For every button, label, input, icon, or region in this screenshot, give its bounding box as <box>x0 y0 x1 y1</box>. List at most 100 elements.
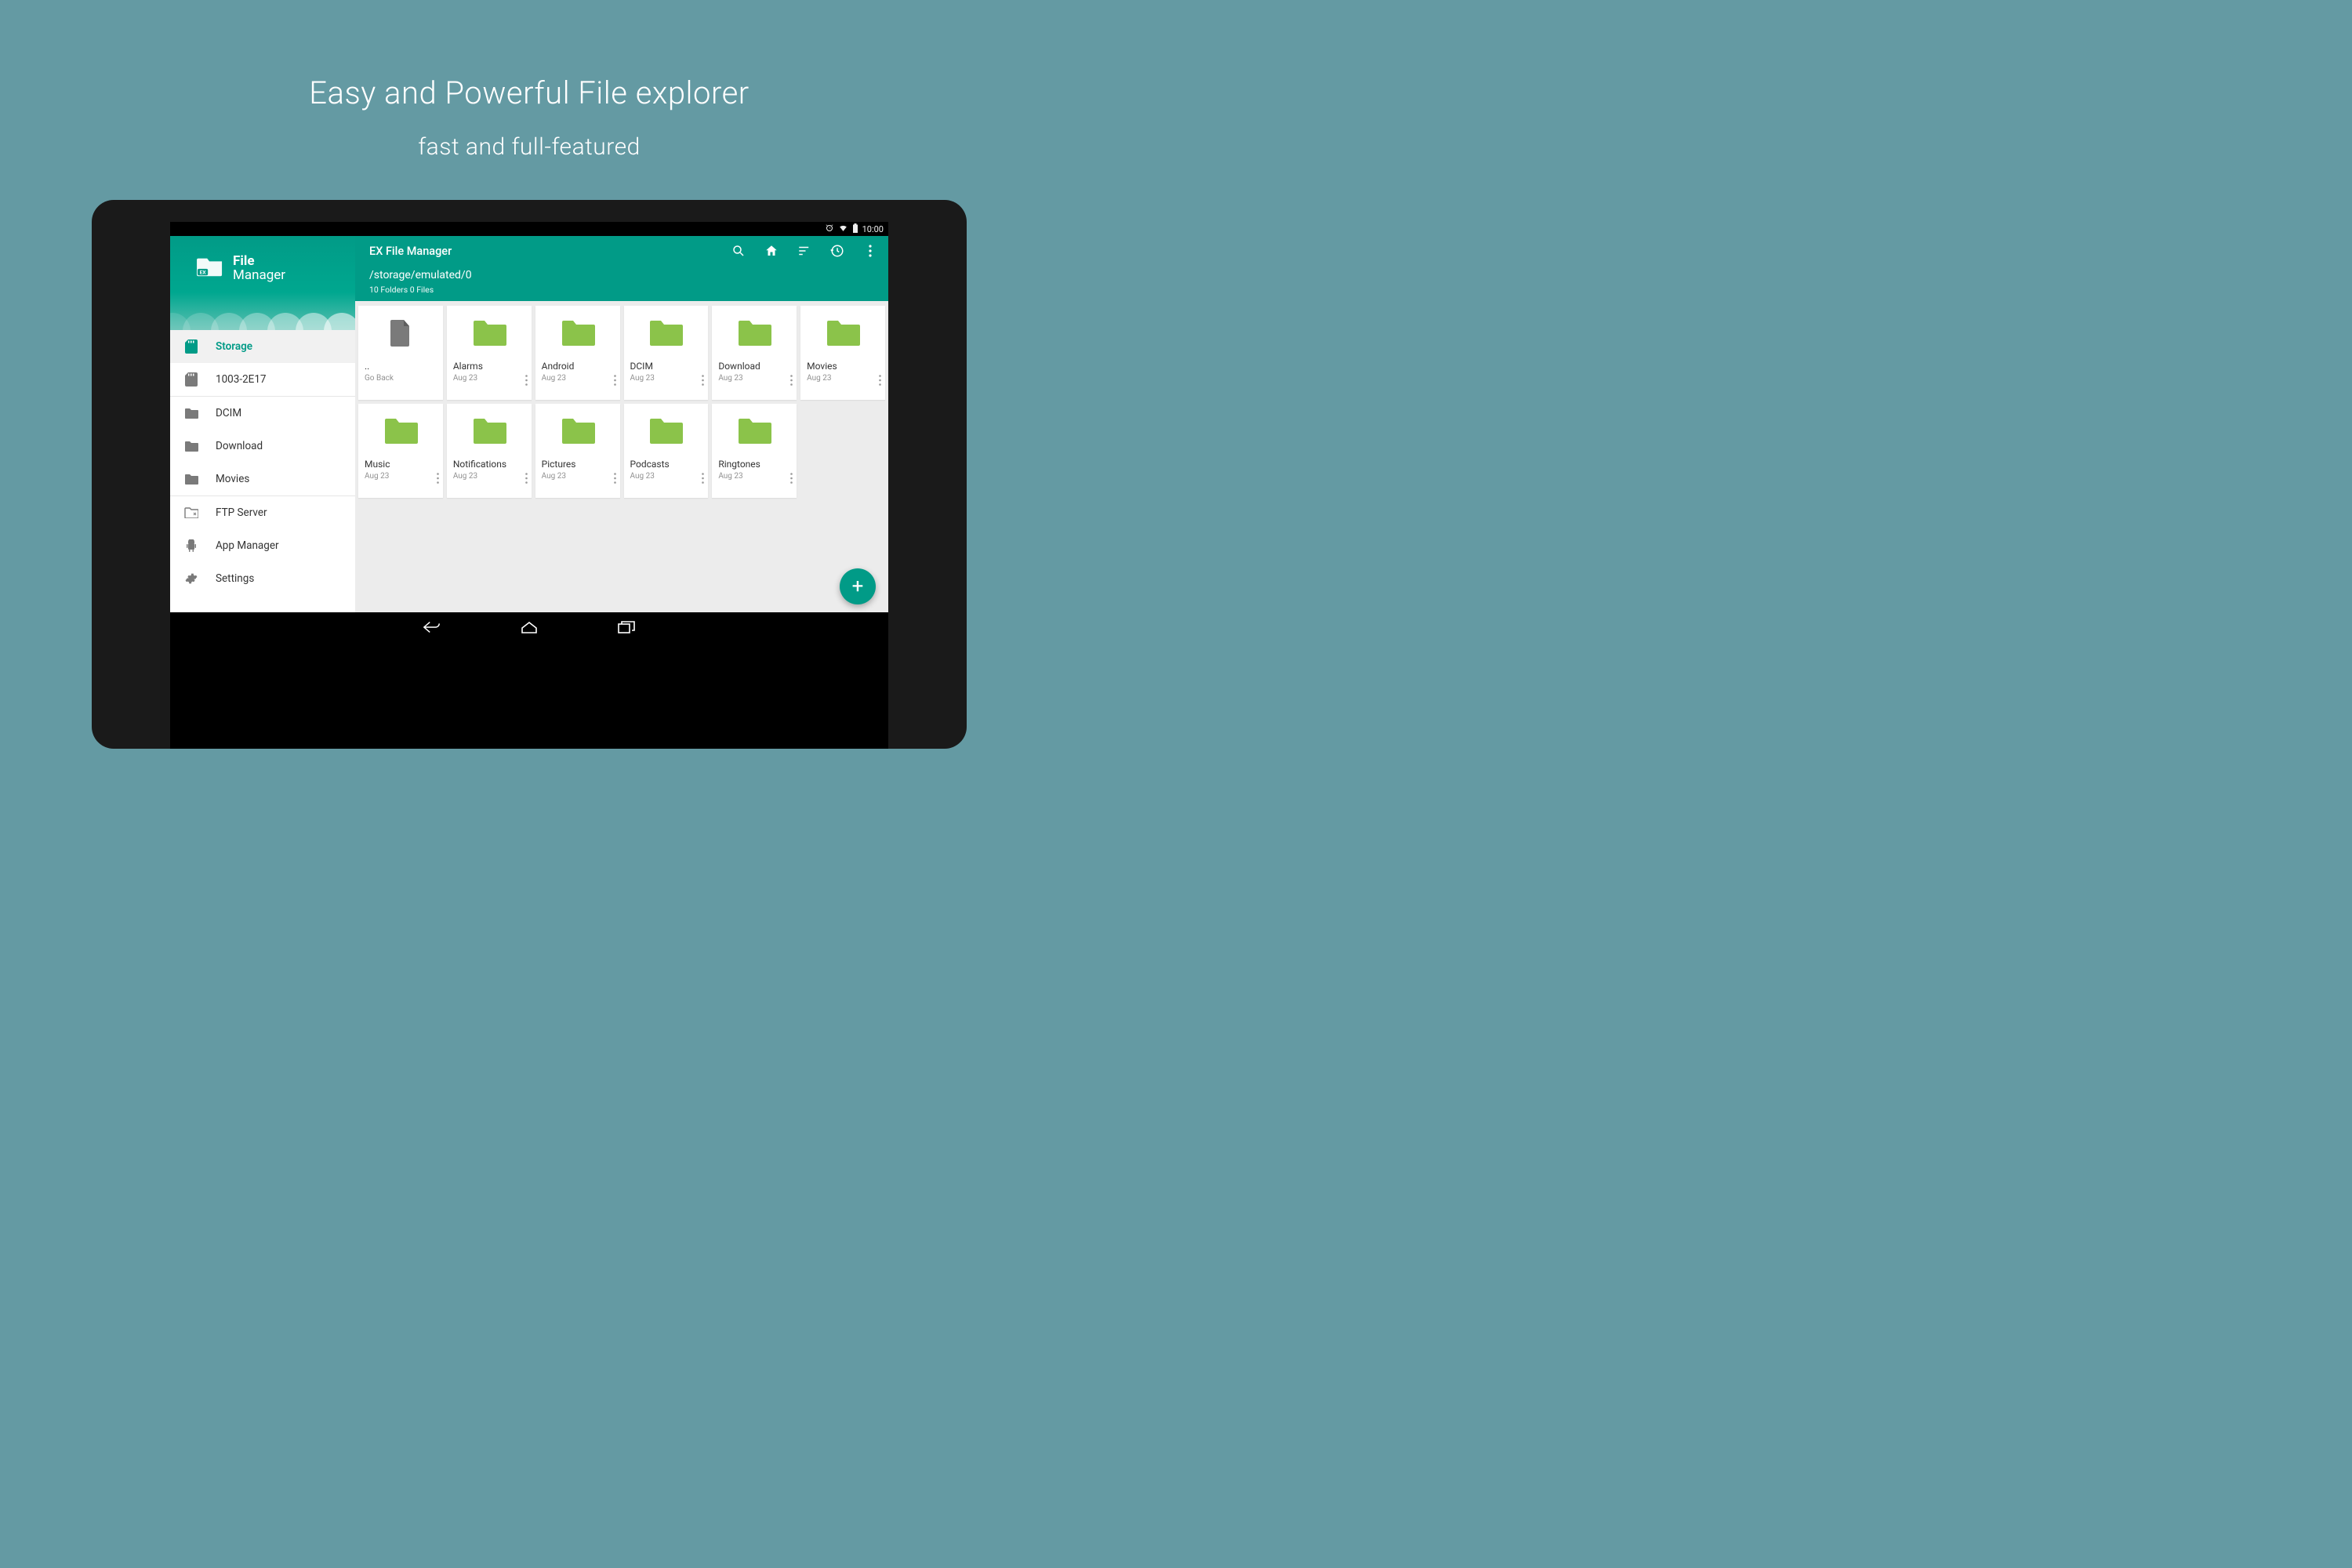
grid-tile[interactable]: ..Go Back <box>358 306 443 400</box>
tile-name: DCIM <box>624 361 709 372</box>
brand-line1: File <box>233 253 285 269</box>
sidebar-item-label: Movies <box>216 473 249 485</box>
folder-icon <box>712 404 797 459</box>
promo-subtitle: fast and full-featured <box>0 111 1058 161</box>
svg-text:EX: EX <box>200 269 207 275</box>
grid-tile[interactable]: MoviesAug 23 <box>800 306 885 400</box>
ftp-icon <box>184 506 198 520</box>
grid-tile[interactable]: DCIMAug 23 <box>624 306 709 400</box>
home-icon[interactable] <box>764 244 779 258</box>
sidebar-item-label: Download <box>216 440 263 452</box>
tile-menu-icon[interactable] <box>614 374 616 389</box>
sidebar-item-storage[interactable]: Storage <box>170 330 355 363</box>
sidebar-item-settings[interactable]: Settings <box>170 562 355 595</box>
folder-icon <box>184 472 198 486</box>
tile-subtitle: Aug 23 <box>447 372 532 383</box>
grid-tile[interactable]: NotificationsAug 23 <box>447 404 532 498</box>
toolbar-title: EX File Manager <box>369 245 452 258</box>
sort-icon[interactable] <box>797 244 811 258</box>
grid-tile[interactable]: RingtonesAug 23 <box>712 404 797 498</box>
gear-icon <box>184 572 198 586</box>
promo-title: Easy and Powerful File explorer <box>0 0 1058 111</box>
tile-subtitle: Aug 23 <box>712 470 797 481</box>
tile-subtitle: Aug 23 <box>624 372 709 383</box>
file-icon <box>358 306 443 361</box>
brand-line2: Manager <box>233 267 285 283</box>
folder-icon <box>358 404 443 459</box>
sd-icon <box>184 372 198 387</box>
tile-subtitle: Aug 23 <box>624 470 709 481</box>
sidebar-item-dcim[interactable]: DCIM <box>170 397 355 430</box>
history-icon[interactable] <box>830 244 844 258</box>
folder-icon <box>184 439 198 453</box>
sidebar-item-movies[interactable]: Movies <box>170 463 355 495</box>
wifi-icon <box>838 223 848 235</box>
grid-tile[interactable]: AlarmsAug 23 <box>447 306 532 400</box>
tile-subtitle: Aug 23 <box>535 470 620 481</box>
folder-icon <box>624 306 709 361</box>
tile-menu-icon[interactable] <box>525 472 528 487</box>
app-logo-icon: EX <box>195 254 225 282</box>
grid-tile[interactable]: DownloadAug 23 <box>712 306 797 400</box>
tile-name: Movies <box>800 361 885 372</box>
tile-name: Download <box>712 361 797 372</box>
battery-icon <box>852 223 858 235</box>
recents-button[interactable] <box>617 618 636 637</box>
tile-menu-icon[interactable] <box>614 472 616 487</box>
tile-name: .. <box>358 361 443 372</box>
tile-menu-icon[interactable] <box>702 472 704 487</box>
fab-add-button[interactable]: + <box>840 568 876 604</box>
screen: 10:00 EX File Manager Storag <box>170 222 888 749</box>
tile-menu-icon[interactable] <box>879 374 881 389</box>
tile-subtitle: Aug 23 <box>800 372 885 383</box>
folder-icon <box>712 306 797 361</box>
sidebar-item-label: App Manager <box>216 539 279 552</box>
toolbar: EX File Manager /storage/emulated/0 10 F… <box>355 236 888 301</box>
tile-subtitle: Aug 23 <box>712 372 797 383</box>
tile-name: Pictures <box>535 459 620 470</box>
sidebar-item-label: Settings <box>216 572 254 585</box>
grid-tile[interactable]: AndroidAug 23 <box>535 306 620 400</box>
sd-icon <box>184 339 198 354</box>
sidebar-item-label: DCIM <box>216 407 241 419</box>
tile-name: Ringtones <box>712 459 797 470</box>
tile-subtitle: Aug 23 <box>535 372 620 383</box>
back-button[interactable] <box>423 618 441 637</box>
breadcrumb-path[interactable]: /storage/emulated/0 <box>369 269 877 281</box>
status-time: 10:00 <box>862 224 884 234</box>
sidebar-item-label: FTP Server <box>216 506 267 519</box>
grid-tile[interactable]: MusicAug 23 <box>358 404 443 498</box>
tile-name: Podcasts <box>624 459 709 470</box>
overflow-menu-icon[interactable] <box>863 244 877 258</box>
tile-subtitle: Aug 23 <box>358 470 443 481</box>
system-navbar <box>170 612 888 642</box>
home-button[interactable] <box>520 618 539 637</box>
folder-icon <box>447 404 532 459</box>
sidebar-item-app-manager[interactable]: App Manager <box>170 529 355 562</box>
grid-tile[interactable]: PodcastsAug 23 <box>624 404 709 498</box>
alarm-icon <box>825 223 834 235</box>
tile-menu-icon[interactable] <box>790 374 793 389</box>
tile-name: Alarms <box>447 361 532 372</box>
grid-tile[interactable]: PicturesAug 23 <box>535 404 620 498</box>
sidebar-list: Storage 1003-2E17 DCIM Download Movies FTP Se… <box>170 330 355 595</box>
tile-name: Notifications <box>447 459 532 470</box>
tile-menu-icon[interactable] <box>437 472 439 487</box>
folder-icon <box>624 404 709 459</box>
sidebar-item-ftp-server[interactable]: FTP Server <box>170 496 355 529</box>
sidebar-item-1003-2e17[interactable]: 1003-2E17 <box>170 363 355 396</box>
sidebar-item-label: 1003-2E17 <box>216 373 267 386</box>
tile-menu-icon[interactable] <box>702 374 704 389</box>
brand-area: EX File Manager <box>170 236 355 330</box>
tablet-frame: 10:00 EX File Manager Storag <box>92 200 967 749</box>
tile-menu-icon[interactable] <box>790 472 793 487</box>
status-bar: 10:00 <box>170 222 888 236</box>
tile-menu-icon[interactable] <box>525 374 528 389</box>
search-icon[interactable] <box>731 244 746 258</box>
sidebar-item-label: Storage <box>216 340 252 353</box>
folder-icon <box>800 306 885 361</box>
folder-count: 10 Folders 0 Files <box>369 285 877 295</box>
folder-icon <box>535 306 620 361</box>
sidebar-item-download[interactable]: Download <box>170 430 355 463</box>
tile-name: Android <box>535 361 620 372</box>
